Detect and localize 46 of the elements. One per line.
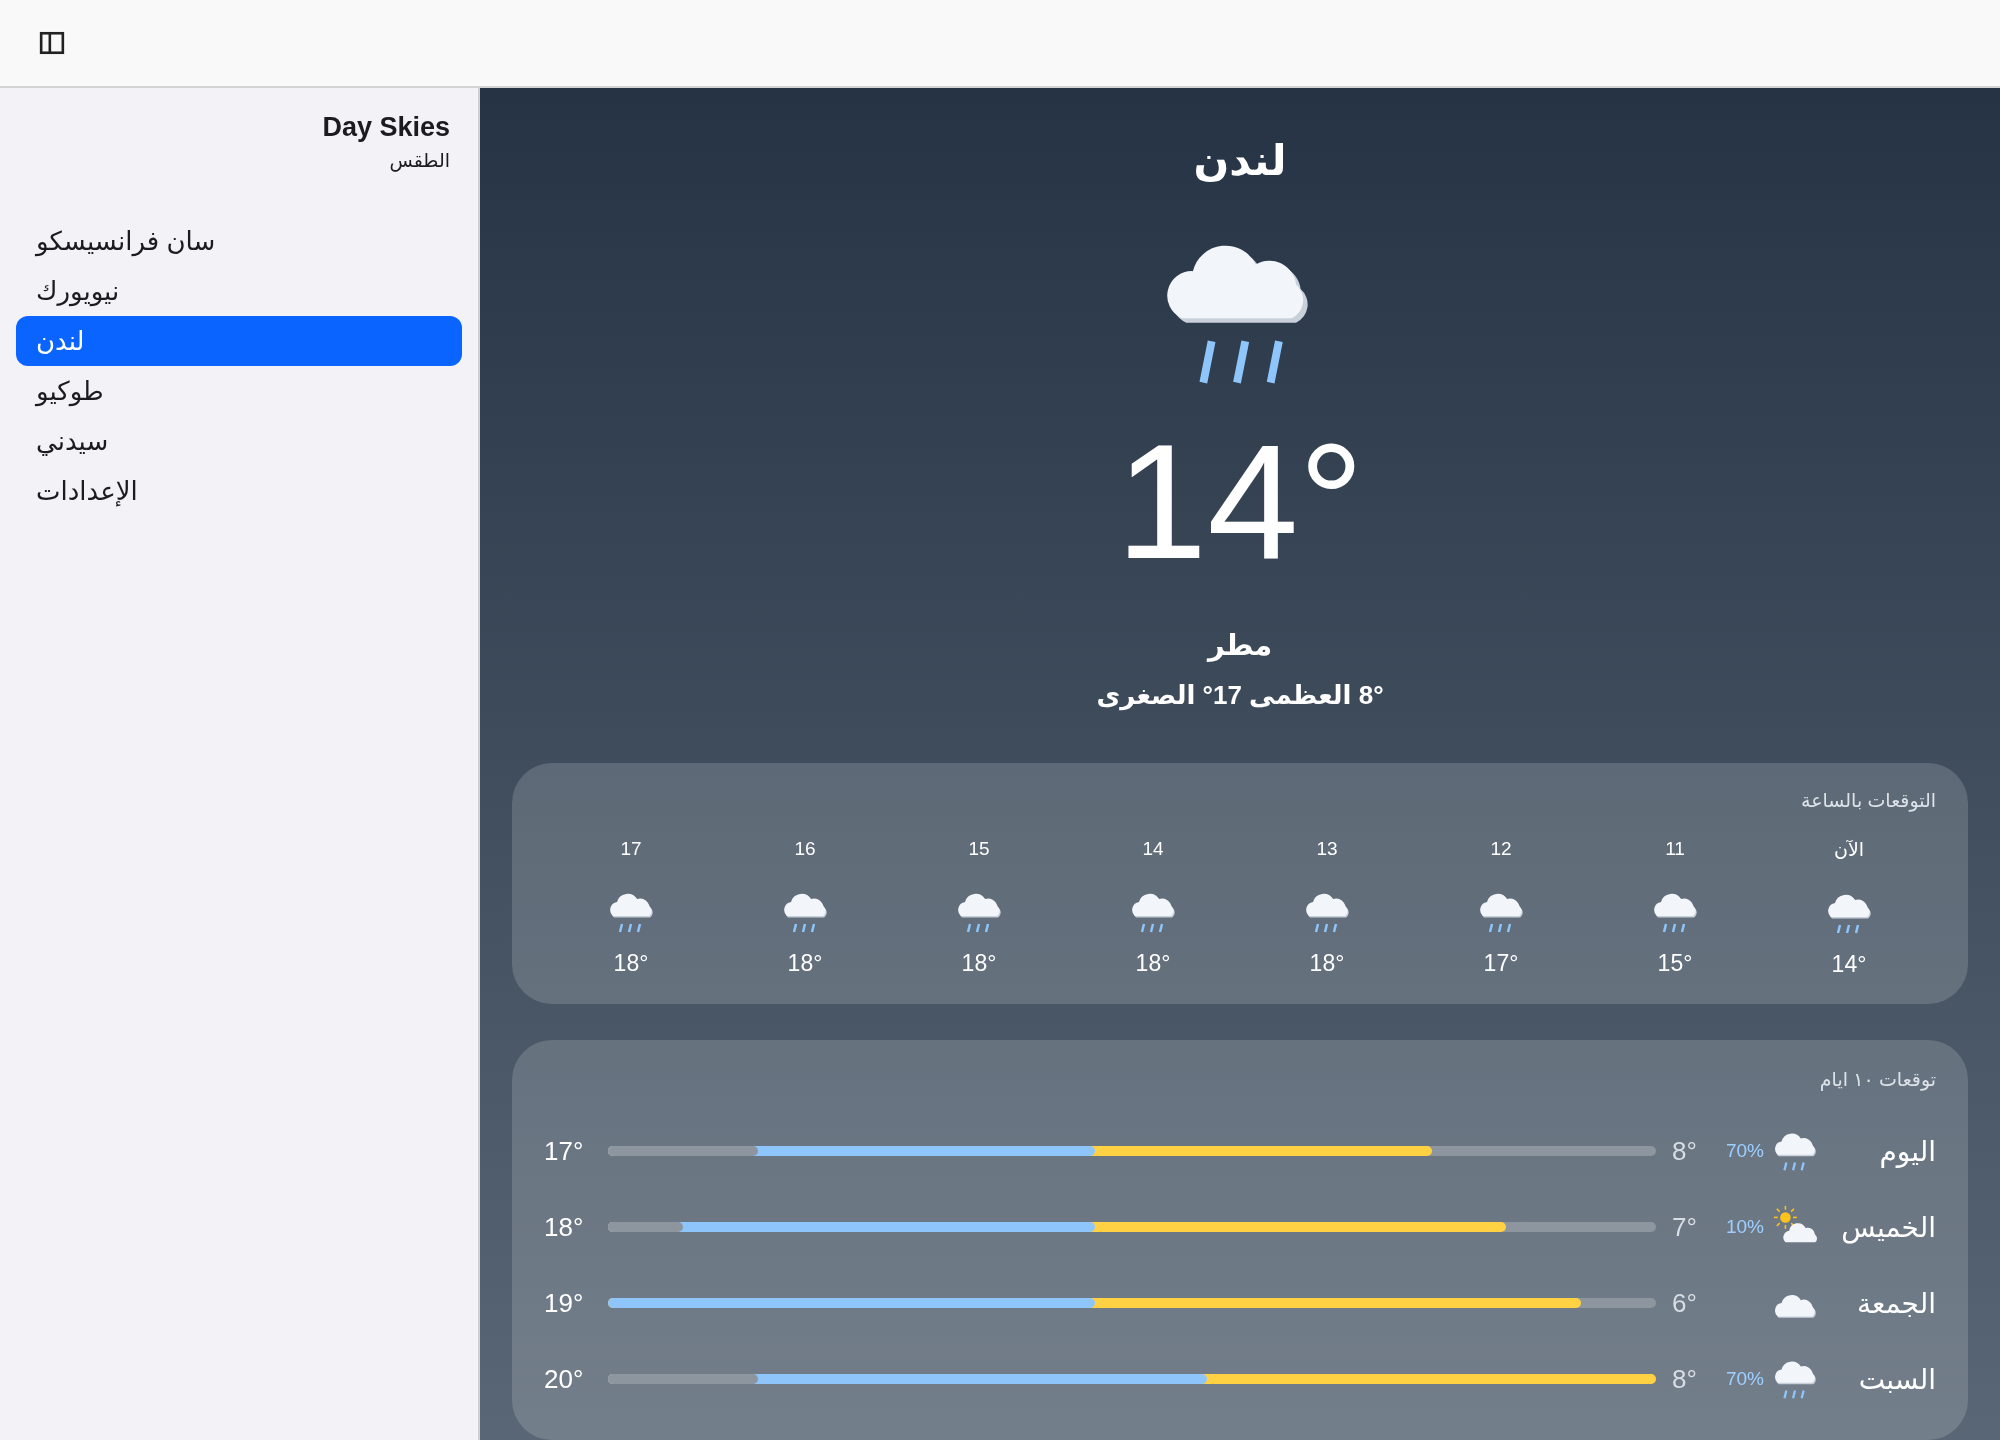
hour-temperature: 18° xyxy=(787,950,823,977)
hour-label: 12 xyxy=(1490,838,1512,860)
day-label: الخميس xyxy=(1840,1210,1936,1244)
hour-temperature: 18° xyxy=(961,950,997,977)
high-temperature: 17° xyxy=(544,1135,585,1167)
hour-label: 14 xyxy=(1142,838,1164,860)
low-temperature: 8° xyxy=(1672,1135,1698,1167)
hour-temperature: 18° xyxy=(1309,950,1345,977)
sidebar-item[interactable]: لندن xyxy=(16,316,462,366)
hour-temperature: 14° xyxy=(1831,951,1867,978)
panel-title: توقعات ١٠ ايام xyxy=(1818,1068,1936,1091)
hour-label: 11 xyxy=(1665,838,1685,860)
hour-label: 16 xyxy=(794,838,816,860)
app-subtitle: الطقس xyxy=(389,149,450,172)
hour-label: الآن xyxy=(1833,838,1865,861)
sidebar-item[interactable]: الإعدادات xyxy=(16,466,462,516)
sidebar-item[interactable]: نيويورك xyxy=(16,266,462,316)
high-temperature: 19° xyxy=(544,1287,585,1319)
hour-temperature: 18° xyxy=(613,950,649,977)
sidebar-item[interactable]: طوكيو xyxy=(16,366,462,416)
low-temperature: 8° xyxy=(1672,1363,1698,1395)
sidebar-item[interactable]: سيدني xyxy=(16,416,462,466)
sidebar-toggle-icon[interactable] xyxy=(39,31,65,55)
high-temperature: 18° xyxy=(544,1211,585,1243)
sidebar-item[interactable]: سان فرانسيسكو xyxy=(16,216,462,266)
precipitation-chance: 10% xyxy=(1725,1216,1764,1237)
hour-label: 17 xyxy=(620,838,642,860)
high-temperature: 20° xyxy=(544,1363,585,1395)
app-title: Day Skies xyxy=(322,112,450,143)
precipitation-chance: 70% xyxy=(1725,1368,1764,1389)
low-temperature: 6° xyxy=(1672,1287,1698,1319)
condition-label: مطر xyxy=(1207,628,1273,662)
high-low-label: 8° العظمى 17° الصغرى xyxy=(1096,680,1384,711)
precipitation-chance: 70% xyxy=(1725,1140,1764,1161)
hour-label: 15 xyxy=(968,838,990,860)
city-name: لندن xyxy=(1193,136,1287,185)
panel-title: التوقعات بالساعة xyxy=(1800,789,1936,812)
low-temperature: 7° xyxy=(1672,1211,1698,1243)
hour-temperature: 18° xyxy=(1135,950,1171,977)
hour-temperature: 17° xyxy=(1483,950,1519,977)
hour-temperature: 15° xyxy=(1657,950,1693,977)
day-label: الجمعة xyxy=(1855,1286,1936,1320)
day-label: اليوم xyxy=(1878,1134,1936,1168)
day-label: السبت xyxy=(1857,1362,1936,1396)
hour-label: 13 xyxy=(1316,838,1338,860)
current-temperature: 14° xyxy=(1116,420,1364,584)
